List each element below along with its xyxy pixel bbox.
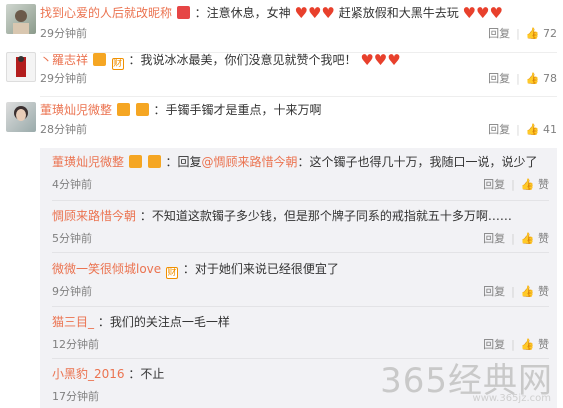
divider: |: [516, 27, 520, 40]
divider: [52, 200, 549, 201]
reply-button[interactable]: 回复: [483, 232, 505, 245]
like-icon[interactable]: 👍: [526, 123, 540, 136]
vip-icon: [128, 155, 142, 168]
username[interactable]: 董璜灿児微整: [40, 103, 112, 117]
username[interactable]: 丶羅志祥: [40, 53, 88, 67]
avatar-image: [16, 56, 26, 77]
like-icon[interactable]: 👍: [521, 232, 535, 245]
watermark-url: www.365jz.com: [472, 393, 551, 404]
reply-button[interactable]: 回复: [483, 338, 505, 351]
vip-icon: [147, 155, 161, 168]
fortune-badge-icon: 财: [111, 58, 124, 70]
timestamp: 17分钟前: [52, 390, 99, 403]
like-button[interactable]: 赞: [538, 338, 549, 351]
like-count: 41: [543, 123, 557, 136]
divider: [52, 252, 549, 253]
like-count: 72: [543, 27, 557, 40]
avatar[interactable]: [6, 52, 36, 82]
heart-icon: ♥: [476, 4, 490, 22]
like-button[interactable]: 赞: [538, 232, 549, 245]
comment-text: ：我说冰冰最美，你们没意见就赞个我吧！: [128, 53, 357, 67]
comment-text: ：注意休息，女神: [194, 6, 291, 20]
reply-button[interactable]: 回复: [488, 27, 510, 40]
divider: |: [511, 338, 515, 351]
username[interactable]: 惆顾来路惜今朝: [52, 209, 136, 223]
comment-2: 丶羅志祥 财 ：我说冰冰最美，你们没意见就赞个我吧！ ♥♥♥ 29分钟前 回复 |…: [0, 46, 563, 94]
vip-icon: [116, 103, 130, 116]
like-button[interactable]: 赞: [538, 178, 549, 191]
divider: |: [511, 285, 515, 298]
reply-button[interactable]: 回复: [488, 123, 510, 136]
comment-1: 找到心爱的人后就改昵称 ：注意休息，女神 ♥♥♥ 赶紧放假和大黑牛去玩 ♥♥♥ …: [0, 0, 563, 46]
avatar[interactable]: [6, 102, 36, 132]
fortune-badge-icon: 财: [166, 267, 178, 279]
heart-icon: ♥: [294, 4, 308, 22]
mention-link[interactable]: @惆顾来路惜今朝: [202, 155, 298, 169]
divider: |: [516, 72, 520, 85]
like-button[interactable]: 赞: [538, 285, 549, 298]
divider: [52, 306, 549, 307]
username[interactable]: 董璜灿児微整: [52, 155, 124, 169]
heart-icon: ♥: [462, 4, 476, 22]
username[interactable]: 微微一笑很倾城love: [52, 262, 161, 276]
reply-text: ：不知道这款镯子多少钱，但是那个牌子同系的戒指就五十多万啊……: [139, 209, 512, 223]
like-icon[interactable]: 👍: [521, 178, 535, 191]
vip-icon: [135, 103, 149, 116]
heart-icon: ♥: [373, 51, 388, 69]
comment-text: ：手镯手镯才是重点，十来万啊: [153, 103, 322, 117]
timestamp: 29分钟前: [40, 27, 87, 40]
heart-icon: ♥: [360, 51, 374, 69]
reply-button[interactable]: 回复: [483, 285, 505, 298]
reply-text: ：回复: [165, 155, 202, 169]
reply-text: ：这个镯子也得几十万，我随口一说，说少了: [297, 155, 538, 169]
vip-icon: [92, 53, 106, 66]
username[interactable]: 找到心爱的人后就改昵称: [40, 6, 172, 20]
heart-icon: ♥: [307, 4, 322, 22]
comment-3: 董璜灿児微整 ：手镯手镯才是重点，十来万啊 28分钟前 回复 | 👍 41: [0, 96, 563, 146]
like-icon[interactable]: 👍: [526, 72, 540, 85]
avatar[interactable]: [6, 4, 36, 34]
timestamp: 28分钟前: [40, 123, 87, 136]
heart-icon: ♥: [387, 51, 401, 69]
username[interactable]: 小黑豹_2016: [52, 367, 125, 381]
reply-text: ：不止: [128, 367, 165, 381]
divider: |: [516, 123, 520, 136]
username[interactable]: 猫三目_: [52, 315, 94, 329]
like-icon[interactable]: 👍: [521, 338, 535, 351]
reply-text: ：对于她们来说已经很便宜了: [182, 262, 339, 276]
like-icon[interactable]: 👍: [526, 27, 540, 40]
reply-button[interactable]: 回复: [483, 178, 505, 191]
divider: |: [511, 178, 515, 191]
timestamp: 5分钟前: [52, 232, 92, 245]
timestamp: 4分钟前: [52, 178, 92, 191]
heart-icon: ♥: [321, 4, 335, 22]
avatar-image: [13, 10, 29, 34]
heart-icon: ♥: [489, 4, 503, 22]
red-envelope-icon: [176, 6, 190, 19]
watermark: 365经典网 www.365jz.com: [380, 353, 553, 404]
timestamp: 29分钟前: [40, 72, 87, 85]
divider: |: [511, 232, 515, 245]
reply-button[interactable]: 回复: [488, 72, 510, 85]
comment-text: 赶紧放假和大黑牛去玩: [338, 6, 459, 20]
reply-text: ：我们的关注点一毛一样: [97, 315, 230, 329]
timestamp: 12分钟前: [52, 338, 99, 351]
timestamp: 9分钟前: [52, 285, 92, 298]
avatar-image: [14, 106, 28, 121]
like-icon[interactable]: 👍: [521, 285, 535, 298]
like-count: 78: [543, 72, 557, 85]
